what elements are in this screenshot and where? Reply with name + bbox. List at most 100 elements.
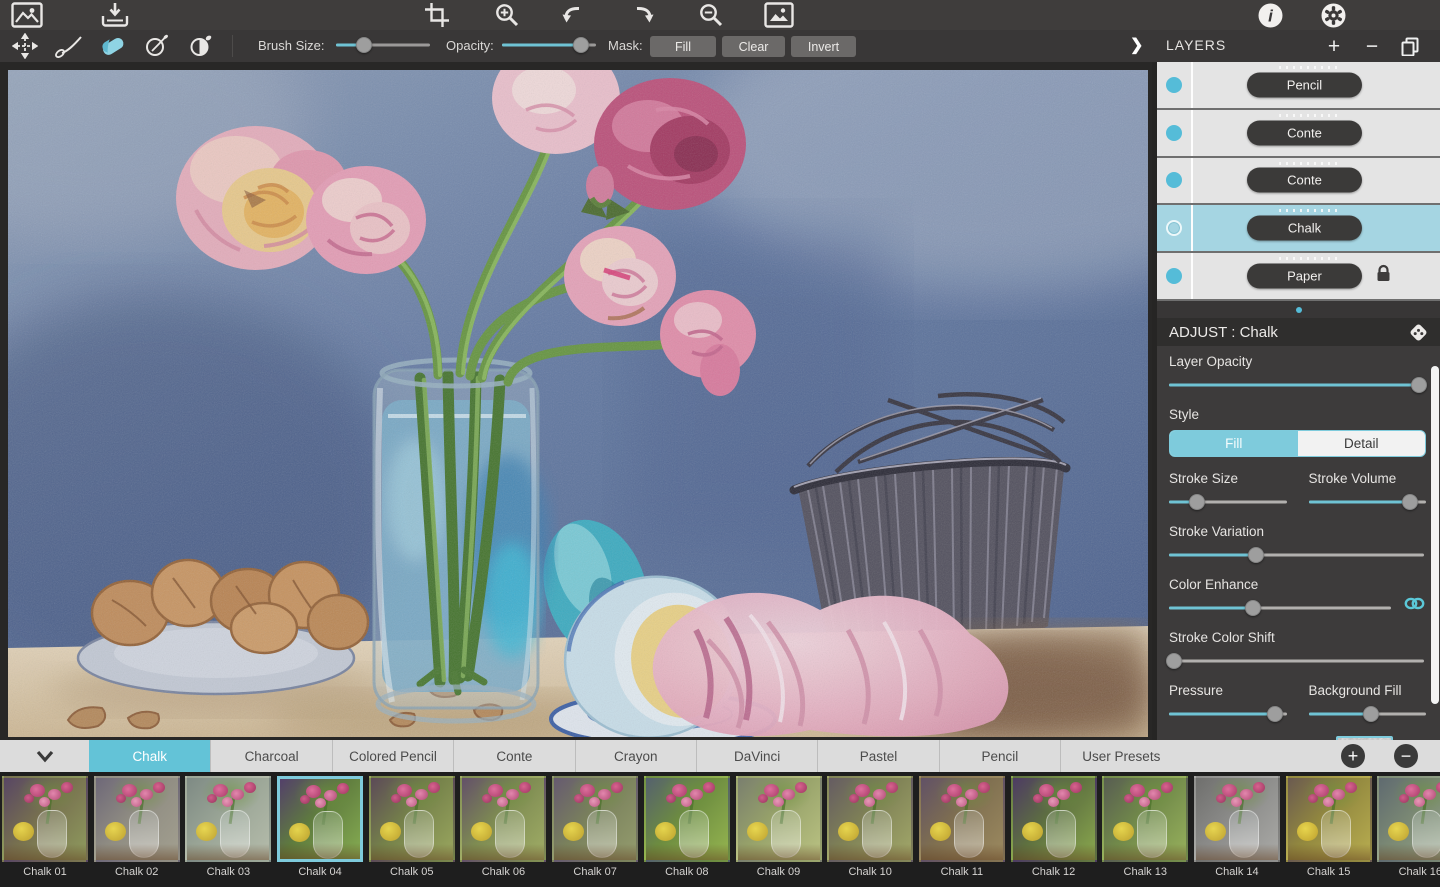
preset-thumbnail[interactable]: Chalk 07 <box>552 776 638 887</box>
stroke-variation-slider[interactable] <box>1169 547 1424 563</box>
pressure-handle[interactable] <box>1267 706 1283 722</box>
preset-thumbnail[interactable]: Chalk 14 <box>1194 776 1280 887</box>
preset-tab[interactable]: Pencil <box>939 740 1060 772</box>
brush-size-slider[interactable] <box>336 37 430 53</box>
zoom-in-icon[interactable] <box>490 1 524 29</box>
preset-tab[interactable]: Colored Pencil <box>332 740 453 772</box>
preset-thumbnail-image[interactable] <box>369 776 455 862</box>
opacity-slider-handle[interactable] <box>573 37 589 53</box>
stroke-size-slider[interactable] <box>1169 494 1287 510</box>
collapse-presets-chevron-icon[interactable] <box>0 740 89 772</box>
move-tool-icon[interactable] <box>8 33 42 59</box>
layer-drag-handle[interactable] <box>1279 162 1341 165</box>
link-icon-teal[interactable] <box>1403 596 1426 616</box>
preset-thumbnail[interactable]: Chalk 12 <box>1011 776 1097 887</box>
preset-thumbnail-image[interactable] <box>1286 776 1372 862</box>
artwork-canvas[interactable] <box>8 70 1148 737</box>
preset-thumbnail-image[interactable] <box>827 776 913 862</box>
preset-thumbnail-image[interactable] <box>1011 776 1097 862</box>
stroke-size-handle[interactable] <box>1189 494 1205 510</box>
preset-tab[interactable]: Chalk <box>89 740 210 772</box>
preset-thumbnail[interactable]: Chalk 08 <box>644 776 730 887</box>
palette-icon[interactable] <box>1407 321 1430 349</box>
preset-thumbnail-image[interactable] <box>94 776 180 862</box>
layer-pill[interactable]: Conte <box>1247 168 1362 193</box>
paintbrush-tool-icon[interactable] <box>52 33 86 59</box>
undo-icon[interactable] <box>556 1 590 29</box>
preset-thumbnail-image[interactable] <box>919 776 1005 862</box>
mask-invert-button[interactable]: Invert <box>791 36 856 57</box>
add-preset-button[interactable]: + <box>1341 744 1365 768</box>
layer-visibility-dot[interactable] <box>1166 125 1182 141</box>
preset-thumbnail[interactable]: Chalk 11 <box>919 776 1005 887</box>
add-layer-button[interactable]: + <box>1320 33 1348 59</box>
preset-tab[interactable]: Conte <box>453 740 574 772</box>
collapse-toolbar-chevron[interactable]: ❯ <box>1130 35 1143 55</box>
background-fill-slider[interactable] <box>1309 706 1427 722</box>
redo-icon[interactable] <box>626 1 660 29</box>
mask-fill-button[interactable]: Fill <box>650 36 716 57</box>
preset-thumbnail[interactable]: Chalk 06 <box>460 776 546 887</box>
layer-row[interactable]: Conte <box>1157 158 1440 206</box>
layer-opacity-slider[interactable] <box>1169 377 1424 393</box>
layers-panel-collapse-bar[interactable] <box>1157 301 1440 318</box>
preset-tab[interactable]: DaVinci <box>696 740 817 772</box>
preset-thumbnail-image[interactable] <box>460 776 546 862</box>
layer-drag-handle[interactable] <box>1279 209 1341 212</box>
preset-tab[interactable]: Charcoal <box>210 740 331 772</box>
preset-thumbnail-image[interactable] <box>552 776 638 862</box>
layer-pill[interactable]: Paper <box>1247 264 1362 289</box>
color-enhance-handle[interactable] <box>1245 600 1261 616</box>
layer-drag-handle[interactable] <box>1279 257 1341 260</box>
preset-thumbnail-image[interactable] <box>644 776 730 862</box>
info-icon[interactable]: i <box>1253 1 1287 29</box>
preset-thumbnail-image[interactable] <box>277 776 363 862</box>
picture-icon[interactable] <box>762 1 796 29</box>
background-fill-handle[interactable] <box>1363 706 1379 722</box>
preset-tab[interactable]: Pastel <box>817 740 938 772</box>
layer-row[interactable]: Conte <box>1157 110 1440 158</box>
preset-thumbnail[interactable]: Chalk 10 <box>827 776 913 887</box>
opacity-slider[interactable] <box>502 37 596 53</box>
preset-thumbnail-image[interactable] <box>185 776 271 862</box>
crop-icon[interactable] <box>420 1 454 29</box>
brush-size-slider-handle[interactable] <box>356 37 372 53</box>
remove-layer-button[interactable]: − <box>1358 33 1386 59</box>
preset-thumbnail-image[interactable] <box>1377 776 1440 862</box>
layer-visibility-dot[interactable] <box>1166 172 1182 188</box>
zoom-out-icon[interactable] <box>694 1 728 29</box>
stroke-volume-slider[interactable] <box>1309 494 1427 510</box>
layer-visibility-dot[interactable] <box>1166 268 1182 284</box>
preset-thumbnail[interactable]: Chalk 15 <box>1286 776 1372 887</box>
layer-pill[interactable]: Conte <box>1247 120 1362 145</box>
color-enhance-slider[interactable] <box>1169 600 1391 616</box>
stroke-variation-handle[interactable] <box>1248 547 1264 563</box>
open-photo-icon[interactable] <box>10 1 44 29</box>
layer-visibility-dot[interactable] <box>1166 220 1182 236</box>
adjust-scrollbar[interactable] <box>1431 366 1439 704</box>
preset-thumbnail-image[interactable] <box>2 776 88 862</box>
preset-thumbnail[interactable]: Chalk 09 <box>736 776 822 887</box>
preset-thumbnail-image[interactable] <box>1194 776 1280 862</box>
layer-pill[interactable]: Pencil <box>1247 72 1362 97</box>
layer-pill[interactable]: Chalk <box>1247 216 1362 241</box>
preset-thumbnail-image[interactable] <box>736 776 822 862</box>
preset-thumbnail[interactable]: Chalk 13 <box>1102 776 1188 887</box>
mask-clear-button[interactable]: Clear <box>722 36 785 57</box>
brush-stamp-tool-icon[interactable] <box>140 33 174 59</box>
layer-row[interactable]: Pencil <box>1157 62 1440 110</box>
preset-thumbnail[interactable]: Chalk 01 <box>2 776 88 887</box>
eraser-tool-icon[interactable] <box>96 33 130 59</box>
settings-gear-icon[interactable] <box>1316 1 1350 29</box>
style-option-detail[interactable]: Detail <box>1298 431 1426 456</box>
layer-visibility-dot[interactable] <box>1166 77 1182 93</box>
style-option-fill[interactable]: Fill <box>1170 431 1298 456</box>
layer-row[interactable]: Paper <box>1157 253 1440 301</box>
preset-thumbnail-image[interactable] <box>1102 776 1188 862</box>
stroke-color-shift-handle[interactable] <box>1166 653 1182 669</box>
preset-tab[interactable]: User Presets <box>1060 740 1181 772</box>
duplicate-layer-icon[interactable] <box>1396 33 1424 59</box>
pressure-slider[interactable] <box>1169 706 1287 722</box>
preset-thumbnail[interactable]: Chalk 03 <box>185 776 271 887</box>
preset-thumbnail[interactable]: Chalk 05 <box>369 776 455 887</box>
